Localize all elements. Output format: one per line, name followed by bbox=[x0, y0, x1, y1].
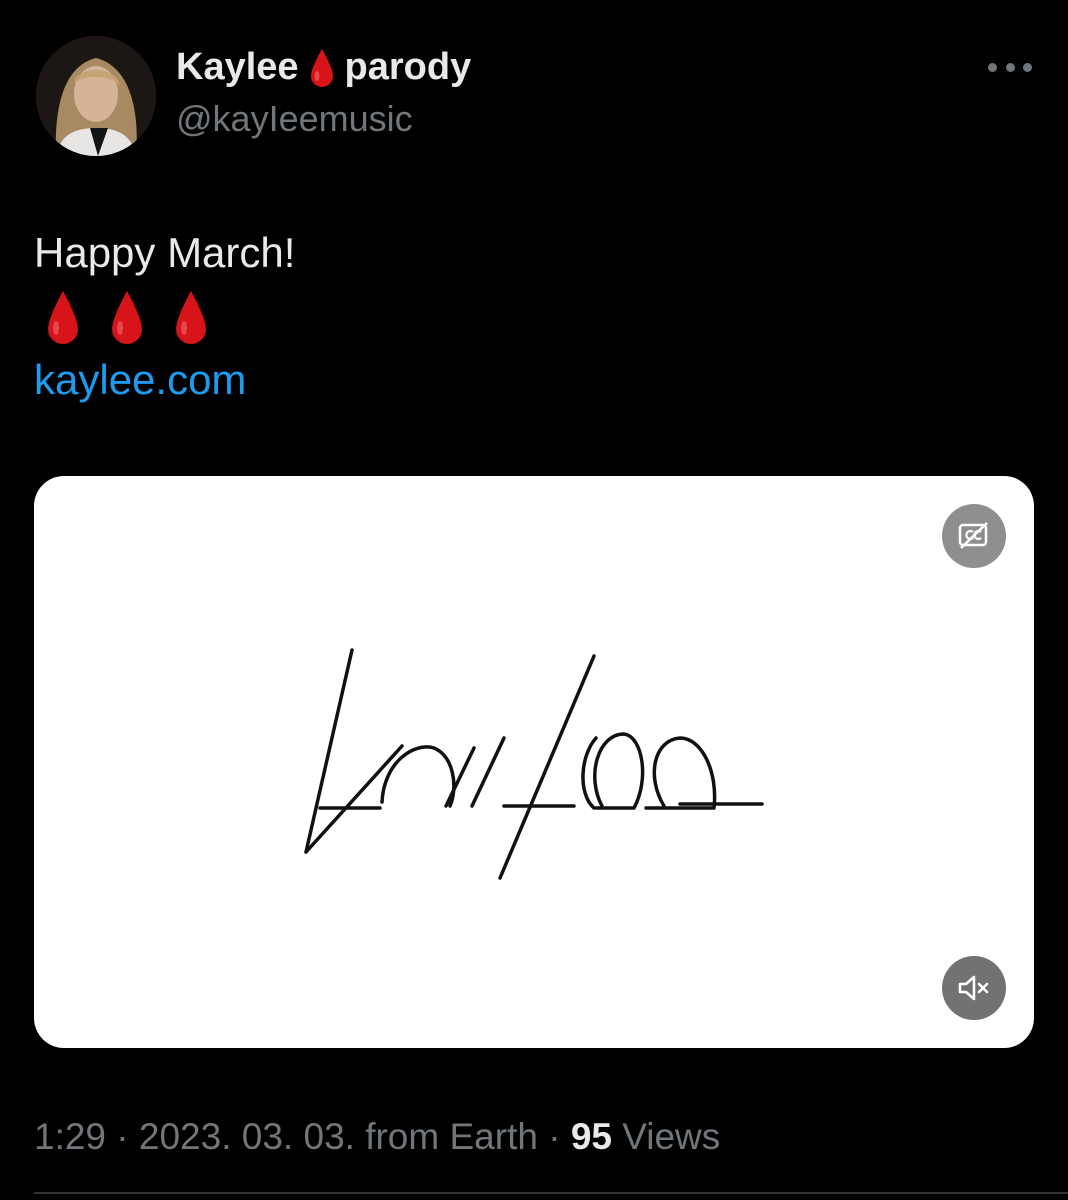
kaylee-logo bbox=[304, 648, 764, 880]
author-name-suffix[interactable]: parody bbox=[345, 46, 472, 89]
divider bbox=[34, 1192, 1068, 1194]
muted-speaker-icon bbox=[958, 975, 989, 1001]
avatar-photo bbox=[36, 36, 156, 156]
separator: · bbox=[116, 1116, 129, 1157]
views-label: Views bbox=[622, 1116, 721, 1157]
more-dot-icon bbox=[988, 62, 997, 72]
tweet-date: 2023. 03. 03. from Earth bbox=[138, 1116, 538, 1157]
author-handle[interactable]: @kayIeemusic bbox=[176, 98, 413, 140]
drop-of-blood-icon bbox=[48, 291, 78, 344]
more-dot-icon bbox=[1023, 62, 1032, 72]
more-options-button[interactable] bbox=[988, 52, 1032, 82]
captions-button[interactable] bbox=[942, 504, 1006, 568]
drop-of-blood-icon bbox=[112, 291, 142, 344]
tweet-link[interactable]: kaylee.com bbox=[34, 356, 246, 404]
separator: · bbox=[548, 1116, 561, 1157]
views[interactable]: 95 Views bbox=[571, 1116, 720, 1157]
video-player[interactable] bbox=[34, 476, 1034, 1048]
drop-of-blood-icon bbox=[176, 291, 206, 344]
drop-of-blood-icon bbox=[310, 48, 333, 87]
more-dot-icon bbox=[1005, 62, 1015, 72]
author-name-row[interactable]: Kaylee parody bbox=[176, 46, 471, 89]
mute-button[interactable] bbox=[942, 956, 1006, 1020]
emoji-row bbox=[46, 290, 208, 346]
tweet-time: 1:29 bbox=[34, 1116, 107, 1157]
views-count: 95 bbox=[570, 1116, 612, 1157]
tweet-meta: 1:29 · 2023. 03. 03. from Earth · 95 Vie… bbox=[34, 1116, 720, 1158]
avatar[interactable] bbox=[36, 36, 156, 156]
author-name[interactable]: Kaylee bbox=[176, 46, 299, 89]
tweet-text: Happy March! bbox=[34, 229, 296, 276]
captions-off-icon bbox=[958, 522, 988, 549]
